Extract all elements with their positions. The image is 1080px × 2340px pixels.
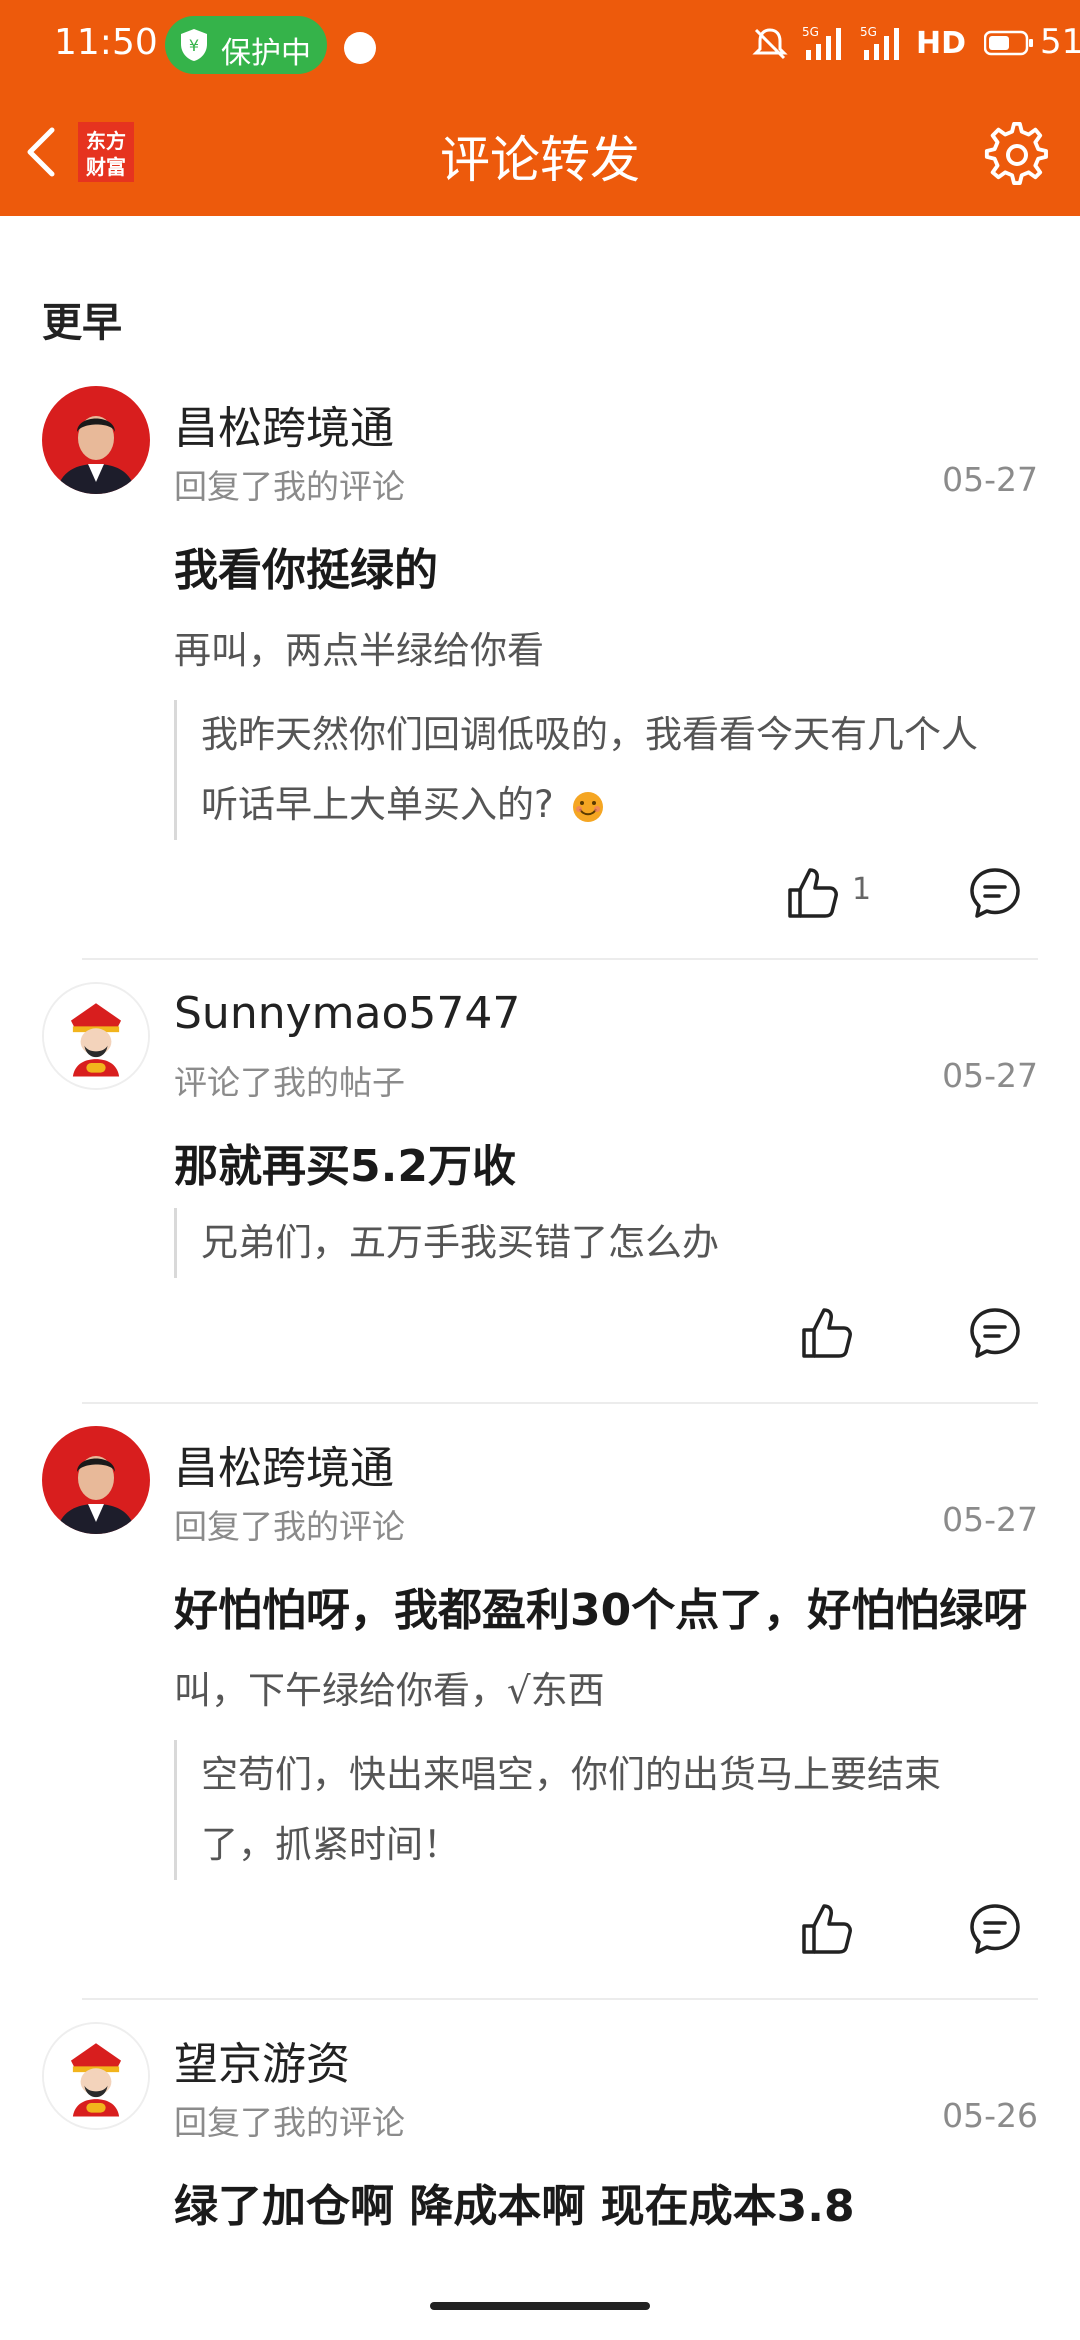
section-label-earlier: 更早 [42,300,122,346]
svg-text:5G: 5G [860,25,877,39]
action-text: 回复了我的评论 [174,467,405,506]
page-title: 评论转发 [440,131,640,189]
date-text: 05-27 [942,1056,1038,1095]
reply-text: 再叫，两点半绿给你看 [174,629,544,672]
status-time: 11:50 [54,22,158,63]
shield-icon: ¥ [181,29,207,61]
protection-text: 保护中 [221,36,311,71]
action-text: 回复了我的评论 [174,1507,405,1546]
comment-text[interactable]: 那就再买5.2万收 [174,1130,516,1194]
quoted-text[interactable]: 我昨天然你们回调低吸的，我看看今天有几个人 听话早上大单买入的? [174,700,1037,840]
divider [82,958,1038,960]
avatar[interactable] [42,386,150,494]
notification-item[interactable]: 望京游资 回复了我的评论 05-26 绿了加仓啊 降成本啊 现在成本3.8 [0,2022,1080,2262]
action-text: 回复了我的评论 [174,2103,405,2142]
notification-item[interactable]: 昌松跨境通 回复了我的评论 05-27 我看你挺绿的 再叫，两点半绿给你看 我昨… [0,386,1080,956]
signal-5g-icon: 5G [860,25,899,60]
mute-bell-icon [752,28,788,60]
battery-icon [984,30,1033,56]
home-indicator[interactable] [430,2302,650,2310]
svg-text:5G: 5G [802,25,819,39]
comment-text[interactable]: 好怕怕呀，我都盈利30个点了，好怕怕绿呀 [174,1574,1027,1638]
comment-bubble-icon[interactable] [968,1902,1022,1956]
date-text: 05-27 [942,1500,1038,1539]
quote-line: 空苟们，快出来唱空，你们的出货马上要结束 [201,1753,941,1796]
smile-emoji-icon [573,791,604,822]
quoted-text[interactable]: 空苟们，快出来唱空，你们的出货马上要结束 了，抓紧时间！ [174,1740,1037,1880]
quote-line: 了，抓紧时间！ [201,1823,460,1866]
divider [82,1402,1038,1404]
gear-icon[interactable] [984,122,1050,188]
battery-level: 51 [1040,22,1080,62]
notification-item[interactable]: 昌松跨境通 回复了我的评论 05-27 好怕怕呀，我都盈利30个点了，好怕怕绿呀… [0,1426,1080,1996]
avatar[interactable] [42,2022,150,2130]
date-text: 05-27 [942,460,1038,499]
avatar[interactable] [42,1426,150,1534]
date-text: 05-26 [942,2096,1038,2135]
status-bar: 11:50 ¥ 保护中 5G 5G HD 51 [0,0,1080,92]
comment-text[interactable]: 我看你挺绿的 [174,534,438,598]
thumbs-up-icon[interactable] [796,1304,854,1362]
comment-text[interactable]: 绿了加仓啊 降成本啊 现在成本3.8 [174,2170,855,2234]
thumbs-up-icon[interactable] [782,864,840,922]
username[interactable]: 昌松跨境通 [174,1432,394,1496]
like-count: 1 [852,872,872,907]
quote-line: 我昨天然你们回调低吸的，我看看今天有几个人 [201,713,978,756]
hd-label: HD [916,26,967,61]
protection-badge: ¥ 保护中 [165,16,327,74]
svg-text:¥: ¥ [189,36,199,55]
notification-item[interactable]: Sunnymao5747 评论了我的帖子 05-27 那就再买5.2万收 兄弟们… [0,982,1080,1402]
username[interactable]: 昌松跨境通 [174,392,394,456]
thumbs-up-icon[interactable] [796,1900,854,1958]
signal-5g-icon: 5G [802,25,841,60]
app-header: 11:50 ¥ 保护中 5G 5G HD 51 东方 财富 评论转发 [0,0,1080,216]
username[interactable]: Sunnymao5747 [174,988,520,1039]
username[interactable]: 望京游资 [174,2028,350,2092]
avatar[interactable] [42,982,150,1090]
comment-bubble-icon[interactable] [968,1306,1022,1360]
quote-line-wrap: 听话早上大单买入的? [201,770,1037,840]
quote-line: 兄弟们，五万手我买错了怎么办 [201,1221,719,1264]
quote-line: 听话早上大单买入的? [201,783,554,826]
action-text: 评论了我的帖子 [174,1063,405,1102]
divider [82,1998,1038,2000]
notification-dot-icon [344,32,376,64]
reply-text: 叫，下午绿给你看，√东西 [174,1669,605,1712]
comment-bubble-icon[interactable] [968,866,1022,920]
quoted-text[interactable]: 兄弟们，五万手我买错了怎么办 [174,1208,1037,1278]
